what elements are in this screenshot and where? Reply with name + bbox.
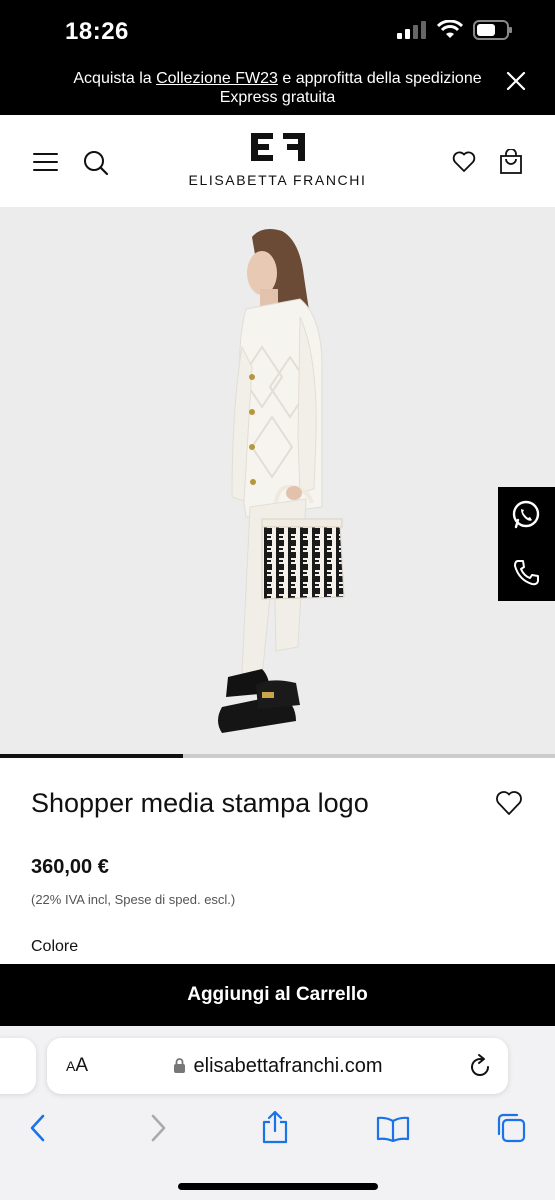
share-icon[interactable] <box>261 1110 289 1144</box>
wifi-icon <box>437 20 463 38</box>
color-label: Colore <box>31 938 79 955</box>
url-display[interactable]: elisabettafranchi.com <box>47 1055 508 1078</box>
phone-icon[interactable] <box>511 558 541 588</box>
tabs-icon[interactable] <box>495 1112 527 1144</box>
tax-note: (22% IVA incl, Spese di sped. escl.) <box>31 892 236 907</box>
product-price: 360,00 € <box>31 856 109 878</box>
forward-icon[interactable] <box>148 1114 168 1142</box>
previous-tab-preview[interactable] <box>0 1038 36 1094</box>
ef-logo-mark <box>250 133 305 161</box>
status-bar: 18:26 <box>0 0 555 60</box>
product-info: Shopper media stampa logo 360,00 € (22% … <box>0 758 555 964</box>
whatsapp-icon[interactable] <box>511 500 541 530</box>
model-photo <box>218 229 345 733</box>
promo-banner: Acquista la Collezione FW23 e approfitta… <box>0 60 555 115</box>
brand-name: ELISABETTA FRANCHI <box>188 172 367 188</box>
lock-icon <box>173 1058 185 1073</box>
close-icon[interactable] <box>505 70 527 92</box>
heart-icon[interactable] <box>452 151 476 173</box>
home-indicator <box>178 1183 378 1190</box>
promo-text: Acquista la Collezione FW23 e approfitta… <box>73 70 482 106</box>
status-icons <box>397 20 513 40</box>
battery-icon <box>473 20 512 40</box>
browser-chrome: AA elisabettafranchi.com <box>0 1026 555 1200</box>
bookmarks-icon[interactable] <box>376 1116 410 1142</box>
shopping-bag-icon[interactable] <box>499 149 523 175</box>
wishlist-heart-icon[interactable] <box>495 790 523 816</box>
promo-link[interactable]: Collezione FW23 <box>156 70 278 87</box>
add-to-cart-button[interactable]: Aggiungi al Carrello <box>2 964 553 1026</box>
reload-icon[interactable] <box>468 1053 492 1079</box>
site-header: ELISABETTA FRANCHI <box>0 115 555 207</box>
product-title: Shopper media stampa logo <box>31 788 369 818</box>
contact-panel <box>498 487 555 601</box>
signal-icon <box>397 21 426 39</box>
status-time: 18:26 <box>65 18 129 45</box>
product-image[interactable] <box>0 207 555 755</box>
back-icon[interactable] <box>28 1114 48 1142</box>
address-bar[interactable]: AA elisabettafranchi.com <box>47 1038 508 1094</box>
